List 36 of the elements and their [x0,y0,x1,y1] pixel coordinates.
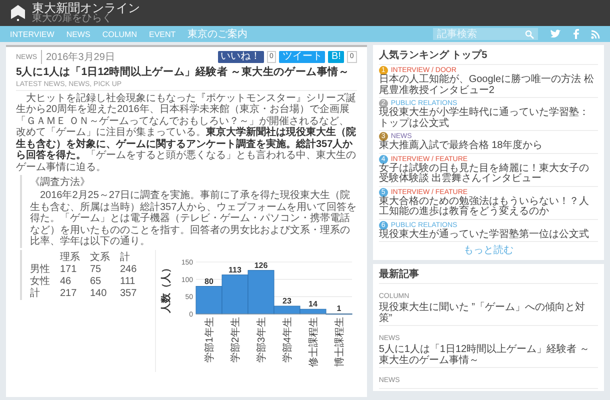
table-cell-text: 46 [60,276,72,288]
quote-paragraph: 2016年2月25～27日に調査を実施。事前に了承を得た現役東大生（院生も含む、所属は当時）総計357人から、ウェブフォームを用いて回答を得た。「ゲーム」とは電子機器（テレビ・ゲーム・パソコン・携帯電話など）を用いたもののことを指す。回答者の男女比および文系・理系の比率、学年は以下の通り。 [30,190,357,248]
data-label: 1 [336,304,341,313]
table-cell-text: 75 [90,264,102,276]
table-cell-text: 111 [120,276,136,288]
panel-title: 人気ランキング トップ5 [378,47,598,65]
table-cell: 女性 [30,276,60,288]
quote-heading: 《調査方法》 [30,176,91,190]
x-tick-label: 学部2年生 [230,316,242,362]
table-cell: 文系 [90,252,120,264]
table-cell-text: 357 [120,288,138,300]
panel-title: 最新記事 [378,266,598,284]
table-cell-text: 計 [120,252,131,264]
x-tick-label: 学部1年生 [204,316,216,362]
table-cell-text: 計 [30,288,41,300]
table-cell: 理系 [60,252,90,264]
table-cell-text: 217 [60,288,78,300]
article-date: 2016年3月29日 [41,50,115,64]
data-label: 23 [282,296,292,306]
table-cell-text: 246 [120,264,138,276]
data-label: 14 [308,299,318,308]
table-cell-text: 171 [60,264,78,276]
data-label: 126 [254,260,268,270]
table-cell-text: 65 [90,276,102,288]
x-tick-label: 修士課程生 [308,316,320,367]
table-cell-text: 男性 [30,264,51,276]
article-paragraph: 大ヒットを記録し社会現象にもなった『ポケットモンスター』シリーズ誕生から20周年を迎えた2016年、日本科学未来館（東京・お台場）で企画展「ＧＡＭＥ ＯＮ～ゲームってなんでおもしろい？～」が開催されるなど、改めて「ゲーム」に注目が集まっている。東京大学新聞社は現役東大生（院生も含む）を対象に、ゲームに関するアンケート調査を実施。総計357人から回答を得た。「ゲームをすると頭が悪くなる」とも言われる中、東大生のゲーム事情に迫る。 [16,92,357,174]
article-title: 5人に1人は「1日12時間以上ゲーム」経験者 ～東大生のゲーム事情～ [16,66,350,79]
table-cell: 140 [90,288,120,300]
x-tick-label: 学部4年生 [282,316,294,362]
site-tagline: 東大の扉をひらく [32,14,112,24]
x-tick-label: 博士課程生 [334,316,346,367]
data-label: 80 [204,276,214,286]
y-axis-title: 人数（人） [160,262,172,313]
x-tick-label: 学部3年生 [256,316,268,362]
data-label: 113 [228,264,242,274]
